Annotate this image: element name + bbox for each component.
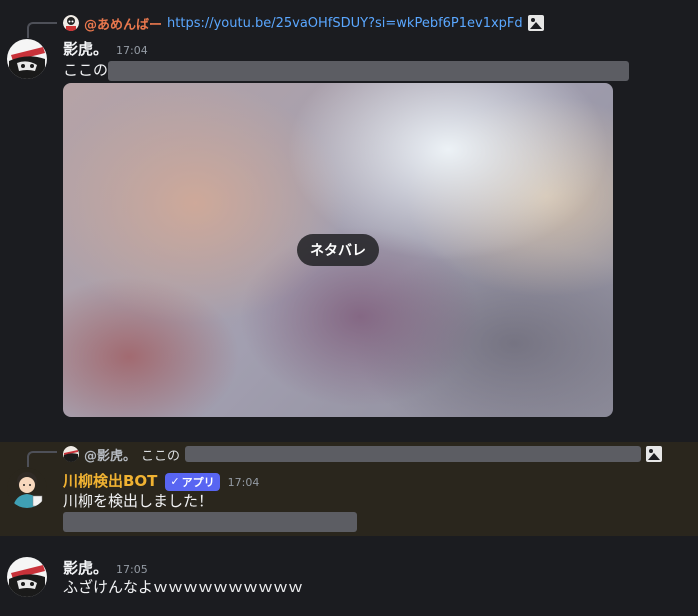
timestamp[interactable]: 17:05	[116, 563, 148, 576]
message-header: 影虎。 17:05	[63, 557, 148, 578]
reply-author[interactable]: @影虎。	[84, 445, 136, 464]
message-text: ここの	[63, 61, 109, 79]
reply-text[interactable]: ここの	[141, 445, 180, 464]
spoiler-text[interactable]	[108, 60, 630, 81]
avatar[interactable]	[7, 557, 47, 597]
bot-avatar[interactable]	[7, 468, 47, 508]
timestamp[interactable]: 17:04	[116, 44, 148, 57]
timestamp[interactable]: 17:04	[228, 476, 260, 489]
reply-author[interactable]: @あめんばー	[84, 14, 162, 33]
message-header: 川柳検出BOT ✓ アプリ 17:04	[63, 470, 259, 492]
username[interactable]: 影虎。	[63, 557, 108, 578]
spoiler-label[interactable]: ネタバレ	[297, 234, 379, 266]
bot-username[interactable]: 川柳検出BOT	[63, 470, 157, 491]
spoiler-image[interactable]: ネタバレ	[63, 83, 613, 417]
reply-preview[interactable]: @影虎。 ここの	[63, 444, 663, 464]
app-badge: ✓ アプリ	[165, 472, 220, 491]
avatar[interactable]	[7, 39, 47, 79]
username[interactable]: 影虎。	[63, 38, 108, 59]
reply-connector	[27, 22, 57, 38]
reply-avatar	[63, 15, 79, 31]
message-header: 影虎。 17:04	[63, 38, 148, 59]
image-icon	[646, 446, 663, 462]
reply-connector	[27, 451, 57, 467]
verified-check-icon: ✓	[170, 475, 180, 488]
reply-avatar	[63, 446, 79, 462]
image-icon	[527, 15, 544, 31]
spoiler-text[interactable]	[63, 512, 357, 532]
app-badge-label: アプリ	[181, 475, 215, 489]
spoiler-text[interactable]	[185, 446, 642, 462]
message-text: ふざけんなよｗｗｗｗｗｗｗｗｗｗ	[63, 578, 304, 596]
message-content: ここの	[63, 60, 630, 81]
reply-preview[interactable]: @あめんばー https://youtu.be/25vaOHfSDUY?si=w…	[63, 13, 544, 33]
message-text: 川柳を検出しました！	[63, 492, 214, 510]
reply-link[interactable]: https://youtu.be/25vaOHfSDUY?si=wkPebf6P…	[167, 16, 523, 31]
